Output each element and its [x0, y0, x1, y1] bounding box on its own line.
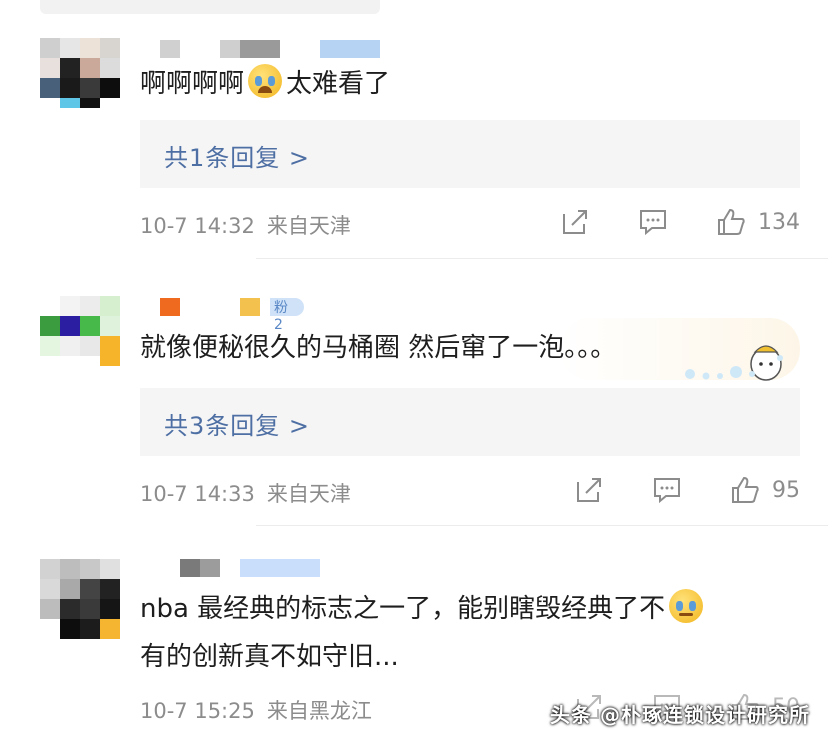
comment-meta: 10-7 15:25 来自黑龙江: [140, 695, 372, 725]
comment-item: 啊啊啊啊 太难看了 共1条回复 > 10-7 14:32 来自天津 134: [0, 0, 828, 260]
crying-face-icon: [248, 64, 283, 98]
comment-actions: 95: [574, 476, 800, 504]
like-count: 95: [772, 477, 800, 503]
bubble-mascot-icon: [746, 338, 786, 382]
reply-box[interactable]: 共1条回复 >: [140, 120, 800, 188]
comment-location: 来自天津: [266, 214, 351, 238]
bubble-dots: [684, 362, 744, 382]
comment-actions: 134: [560, 208, 800, 236]
avatar[interactable]: [40, 559, 120, 639]
comment-text-line-2: 有的创新真不如守旧...: [140, 642, 399, 672]
comment-divider: [256, 525, 828, 526]
comment-date: 10-7 14:33: [140, 482, 255, 506]
avatar[interactable]: [40, 296, 120, 366]
comment-item: 粉2 就像便秘很久的马桶圈 然后窜了一泡。。。 共3条回复 > 10-7 14:…: [0, 260, 828, 525]
comment-icon[interactable]: [652, 476, 682, 504]
like-button[interactable]: 134: [716, 208, 800, 236]
share-icon[interactable]: [560, 208, 590, 236]
comment-action[interactable]: [652, 476, 682, 504]
like-button[interactable]: 95: [730, 476, 800, 504]
comment-divider: [256, 258, 828, 259]
comment-text: nba 最经典的标志之一了，能别瞎毁经典了不: [140, 587, 707, 631]
view-replies-link[interactable]: 共1条回复 >: [164, 138, 310, 173]
comment-meta: 10-7 14:33 来自天津: [140, 478, 351, 508]
comment-meta: 10-7 14:32 来自天津: [140, 210, 351, 240]
comment-text: 啊啊啊啊 太难看了: [140, 62, 390, 106]
share-icon[interactable]: [574, 476, 604, 504]
watermark: 头条 @朴琢连锁设计研究所: [550, 703, 810, 727]
comment-icon[interactable]: [638, 208, 668, 236]
comment-text: 就像便秘很久的马桶圈 然后窜了一泡。。。: [140, 333, 617, 363]
thumbs-up-icon[interactable]: [716, 208, 746, 236]
like-count: 134: [758, 209, 800, 235]
comment-text-line-1: nba 最经典的标志之一了，能别瞎毁经典了不: [140, 594, 666, 624]
view-replies-link[interactable]: 共3条回复 >: [164, 406, 310, 441]
thumbs-up-icon[interactable]: [730, 476, 760, 504]
comment-date: 10-7 14:32: [140, 214, 255, 238]
comment-date: 10-7 15:25: [140, 699, 255, 723]
comment-location: 来自天津: [266, 482, 351, 506]
comment-location: 来自黑龙江: [266, 699, 372, 723]
shrug-face-icon: [669, 589, 704, 623]
avatar[interactable]: [40, 38, 120, 108]
reply-box[interactable]: 共3条回复 >: [140, 388, 800, 456]
comment-action[interactable]: [638, 208, 668, 236]
